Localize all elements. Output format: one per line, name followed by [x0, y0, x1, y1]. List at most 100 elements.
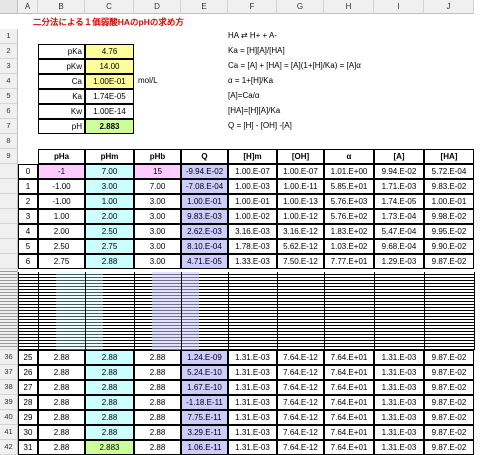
- table-cell[interactable]: 7.75.E-11: [181, 410, 228, 425]
- table-cell[interactable]: 7.64.E-12: [277, 440, 324, 455]
- table-cell[interactable]: 1.00.E-07: [228, 164, 277, 179]
- param-unit[interactable]: mol/L: [136, 74, 181, 89]
- row-header[interactable]: [0, 194, 18, 209]
- table-cell[interactable]: 7.64.E-12: [277, 395, 324, 410]
- column-header-e[interactable]: E: [181, 0, 228, 14]
- table-cell[interactable]: 1.03.E+02: [324, 239, 374, 254]
- equation-line[interactable]: Ca = [A] + [HA] = [A](1+[H]/Ka) = [A]α: [226, 59, 426, 74]
- table-cell[interactable]: 2.88: [85, 254, 134, 269]
- table-header-4[interactable]: Q: [181, 149, 228, 164]
- table-cell[interactable]: 2.50: [38, 239, 85, 254]
- table-header-1[interactable]: pHa: [38, 149, 85, 164]
- table-cell[interactable]: 1.33.E-03: [228, 254, 277, 269]
- table-cell[interactable]: 4.71.E-05: [181, 254, 228, 269]
- table-cell[interactable]: 9.83.E-02: [424, 179, 474, 194]
- table-cell[interactable]: 9.68.E-04: [374, 239, 424, 254]
- table-cell[interactable]: 9.87.E-02: [424, 410, 474, 425]
- column-header-f[interactable]: F: [228, 0, 277, 14]
- table-cell[interactable]: 2.88: [38, 425, 85, 440]
- table-cell[interactable]: -9.94.E-02: [181, 164, 228, 179]
- table-cell[interactable]: 2.88: [85, 410, 134, 425]
- table-cell[interactable]: 7.64.E+01: [324, 425, 374, 440]
- iteration-index[interactable]: 27: [18, 380, 38, 395]
- table-cell[interactable]: 5.72.E-04: [424, 164, 474, 179]
- row-header[interactable]: 41: [0, 425, 18, 440]
- equation-line[interactable]: α = 1+[H]/Ka: [226, 74, 426, 89]
- table-cell[interactable]: 1.00.E-07: [277, 164, 324, 179]
- table-cell[interactable]: 7.00: [85, 164, 134, 179]
- row-header[interactable]: 40: [0, 410, 18, 425]
- table-cell[interactable]: -1.00: [38, 194, 85, 209]
- table-cell[interactable]: 1.31.E-03: [374, 440, 424, 455]
- table-cell[interactable]: 1.00.E-01: [424, 194, 474, 209]
- row-header[interactable]: [0, 224, 18, 239]
- table-cell[interactable]: 1.83.E+02: [324, 224, 374, 239]
- iteration-index[interactable]: 31: [18, 440, 38, 455]
- row-header[interactable]: 9: [0, 149, 18, 164]
- iteration-index[interactable]: 5: [18, 239, 38, 254]
- table-cell[interactable]: 2.88: [134, 410, 181, 425]
- row-header[interactable]: 39: [0, 395, 18, 410]
- table-cell[interactable]: 7.64.E+01: [324, 395, 374, 410]
- table-cell[interactable]: 2.88: [38, 440, 85, 455]
- table-cell[interactable]: 2.88: [134, 380, 181, 395]
- table-cell[interactable]: 7.64.E+01: [324, 440, 374, 455]
- table-cell[interactable]: 1.31.E-03: [228, 395, 277, 410]
- iteration-index[interactable]: 3: [18, 209, 38, 224]
- table-cell[interactable]: 9.87.E-02: [424, 425, 474, 440]
- table-cell[interactable]: 1.31.E-03: [374, 380, 424, 395]
- table-cell[interactable]: 9.98.E-02: [424, 209, 474, 224]
- table-cell[interactable]: 9.90.E-02: [424, 239, 474, 254]
- iteration-index[interactable]: 26: [18, 365, 38, 380]
- table-cell[interactable]: 1.24.E-09: [181, 350, 228, 365]
- table-cell[interactable]: 2.88: [134, 350, 181, 365]
- table-cell[interactable]: 1.00: [85, 194, 134, 209]
- table-cell[interactable]: 3.29.E-11: [181, 425, 228, 440]
- table-cell[interactable]: 2.88: [134, 365, 181, 380]
- table-cell[interactable]: 7.64.E-12: [277, 380, 324, 395]
- table-header-7[interactable]: α: [324, 149, 374, 164]
- table-cell[interactable]: 7.00: [134, 179, 181, 194]
- iteration-index[interactable]: 1: [18, 179, 38, 194]
- table-cell[interactable]: 1.78.E-03: [228, 239, 277, 254]
- table-cell[interactable]: -7.08.E-04: [181, 179, 228, 194]
- table-cell[interactable]: 3.00: [134, 194, 181, 209]
- table-cell[interactable]: 1.31.E-03: [374, 395, 424, 410]
- table-cell[interactable]: 2.88: [134, 395, 181, 410]
- row-header[interactable]: [0, 164, 18, 179]
- table-cell[interactable]: 1.31.E-03: [228, 380, 277, 395]
- table-cell[interactable]: 3.00: [134, 254, 181, 269]
- table-cell[interactable]: 1.31.E-03: [228, 365, 277, 380]
- row-header[interactable]: 4: [0, 74, 18, 89]
- table-cell[interactable]: 2.88: [38, 350, 85, 365]
- row-header[interactable]: 6: [0, 104, 18, 119]
- table-header-5[interactable]: [H]m: [228, 149, 277, 164]
- table-cell[interactable]: 1.31.E-03: [374, 350, 424, 365]
- table-cell[interactable]: 2.88: [38, 380, 85, 395]
- column-header-c[interactable]: C: [85, 0, 134, 14]
- param-value-ca[interactable]: 1.00E-01: [85, 74, 134, 89]
- param-value-kw[interactable]: 1.00E-14: [85, 104, 134, 119]
- iteration-index[interactable]: 25: [18, 350, 38, 365]
- table-cell[interactable]: 2.75: [38, 254, 85, 269]
- iteration-index[interactable]: 28: [18, 395, 38, 410]
- table-cell[interactable]: 9.87.E-02: [424, 350, 474, 365]
- table-cell[interactable]: 1.01.E+00: [324, 164, 374, 179]
- column-header-b[interactable]: B: [38, 0, 85, 14]
- equation-line[interactable]: HA ⇄ H+ + A-: [226, 29, 426, 44]
- table-cell[interactable]: 3.00: [134, 239, 181, 254]
- iteration-index[interactable]: 0: [18, 164, 38, 179]
- table-cell[interactable]: 9.87.E-02: [424, 380, 474, 395]
- table-cell[interactable]: 2.50: [85, 224, 134, 239]
- table-cell[interactable]: 2.88: [85, 365, 134, 380]
- table-cell[interactable]: 7.64.E+01: [324, 365, 374, 380]
- equation-line[interactable]: Q = [H] - [OH] -[A]: [226, 119, 426, 134]
- row-header[interactable]: 8: [0, 134, 18, 149]
- row-header[interactable]: 42: [0, 440, 18, 455]
- table-cell[interactable]: 7.50.E-12: [277, 254, 324, 269]
- table-cell[interactable]: 1.67.E-10: [181, 380, 228, 395]
- row-header[interactable]: [0, 239, 18, 254]
- row-header[interactable]: 3: [0, 59, 18, 74]
- table-cell[interactable]: 7.64.E-12: [277, 365, 324, 380]
- table-cell[interactable]: 1.00.E-13: [277, 194, 324, 209]
